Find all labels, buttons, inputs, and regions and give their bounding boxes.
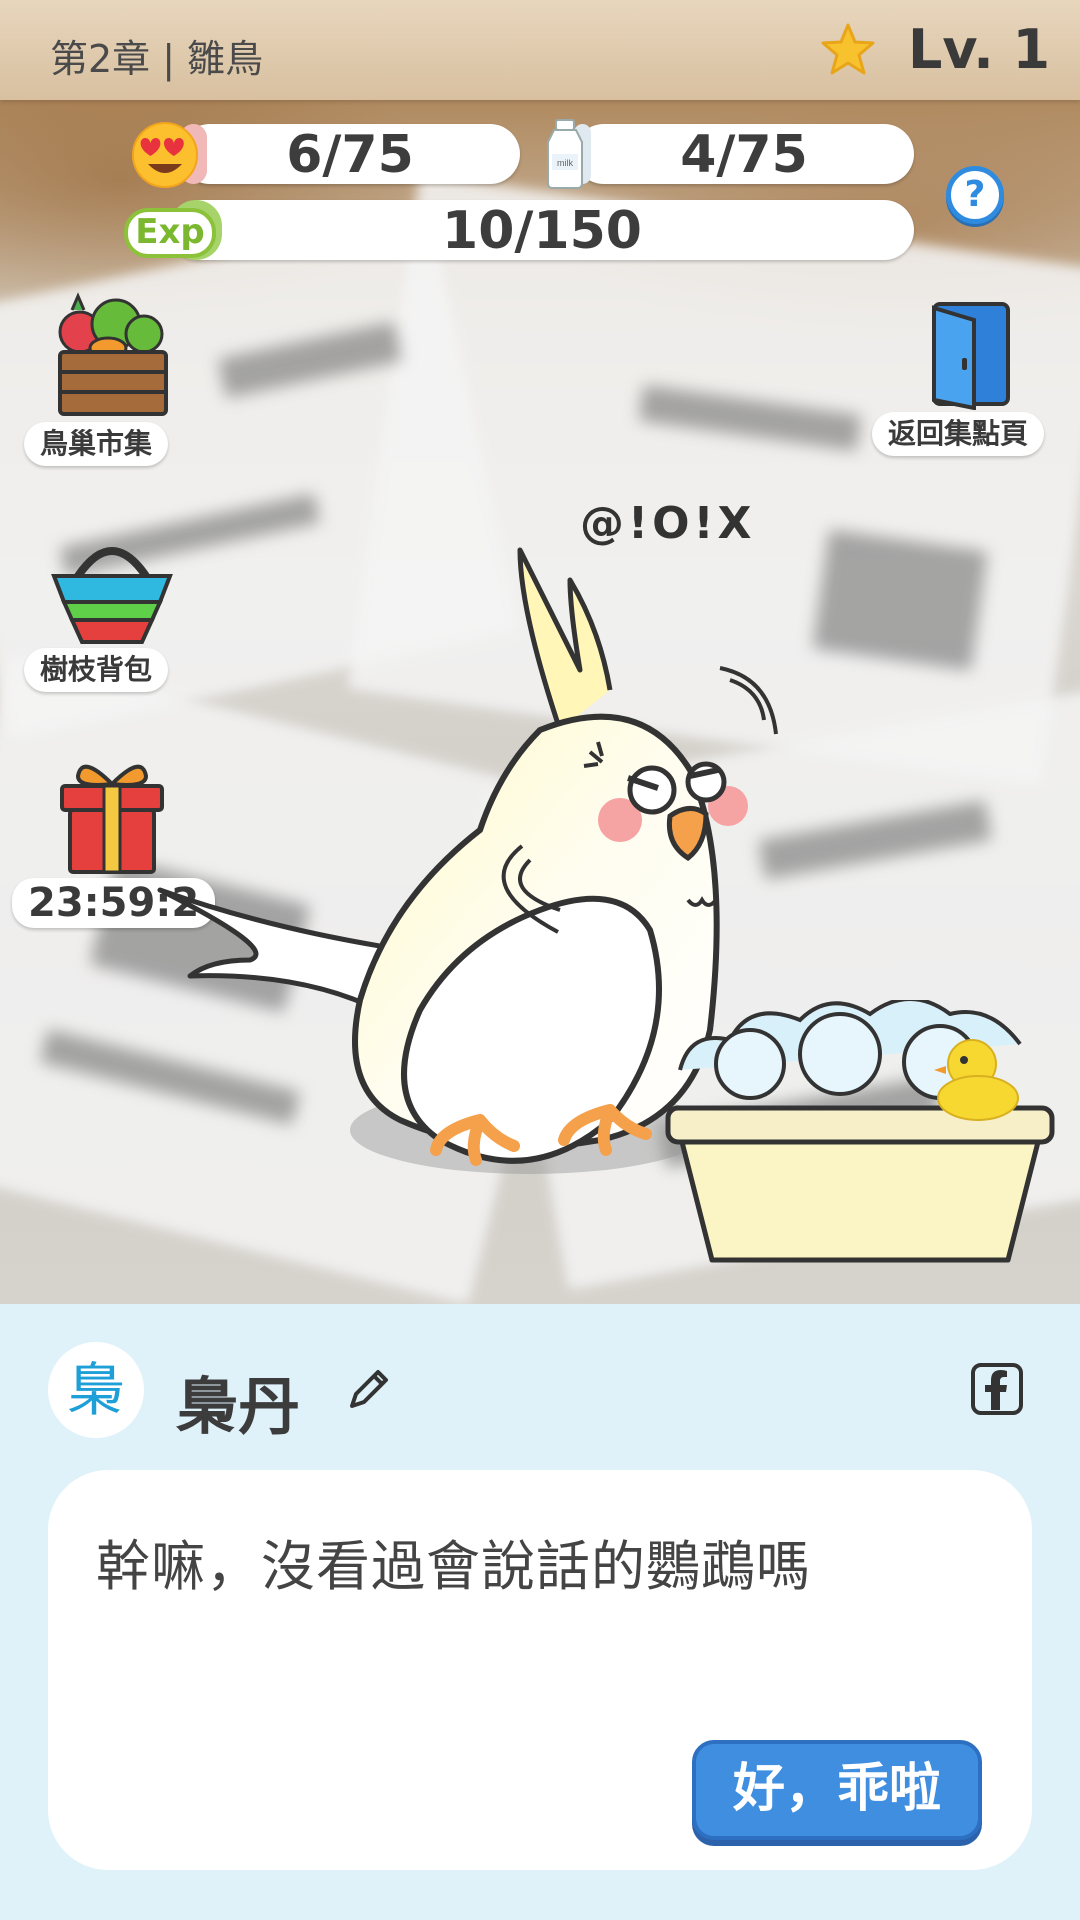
facebook-share-icon[interactable] bbox=[970, 1362, 1024, 1416]
help-button[interactable]: ? bbox=[946, 166, 1004, 224]
edit-name-pencil-icon[interactable] bbox=[344, 1366, 392, 1414]
exp-value: 10/150 bbox=[442, 201, 642, 261]
door-icon bbox=[932, 302, 1010, 410]
love-value: 6/75 bbox=[286, 125, 414, 185]
back-to-points-button[interactable]: 返回集點頁 bbox=[872, 300, 1068, 460]
backpack-label: 樹枝背包 bbox=[24, 648, 169, 692]
bathtub-icon[interactable] bbox=[660, 1000, 1060, 1280]
ok-button[interactable]: 好，乖啦 bbox=[692, 1740, 982, 1840]
love-bar: 6/75 bbox=[180, 124, 520, 185]
market-button[interactable]: 鳥巢市集 bbox=[24, 290, 194, 470]
game-scene: 6/75 4/75 milk 10/150 Exp ? 鳥巢市集 樹枝背包 23… bbox=[0, 100, 1080, 1304]
dialog-box: 幹嘛，沒看過會說話的鸚鵡嗎 好，乖啦 bbox=[48, 1470, 1032, 1870]
dialog-panel: 梟 梟丹 幹嘛，沒看過會說話的鸚鵡嗎 好，乖啦 bbox=[0, 1304, 1080, 1920]
exp-badge: Exp bbox=[124, 208, 216, 258]
milk-bar: 4/75 bbox=[574, 124, 914, 185]
vegetable-crate-icon bbox=[58, 292, 168, 416]
milk-bottle-icon: milk bbox=[547, 119, 583, 189]
star-icon bbox=[821, 23, 875, 75]
background-paper bbox=[812, 529, 988, 671]
back-to-points-label: 返回集點頁 bbox=[872, 412, 1045, 456]
chapter-title: 第2章 | 雛鳥 bbox=[50, 37, 264, 81]
speaker-avatar: 梟 bbox=[48, 1342, 144, 1438]
heart-eyes-emoji-icon bbox=[132, 122, 198, 188]
speaker-name: 梟丹 bbox=[176, 1370, 301, 1443]
exp-bar: 10/150 bbox=[170, 200, 914, 261]
dialog-text: 幹嘛，沒看過會說話的鸚鵡嗎 bbox=[96, 1535, 811, 1598]
market-label: 鳥巢市集 bbox=[24, 422, 169, 466]
top-header: 第2章 | 雛鳥 Lv. 1 bbox=[0, 0, 1080, 100]
level-indicator: Lv. 1 bbox=[908, 18, 1051, 81]
milk-value: 4/75 bbox=[680, 125, 808, 185]
svg-text:milk: milk bbox=[557, 158, 573, 168]
